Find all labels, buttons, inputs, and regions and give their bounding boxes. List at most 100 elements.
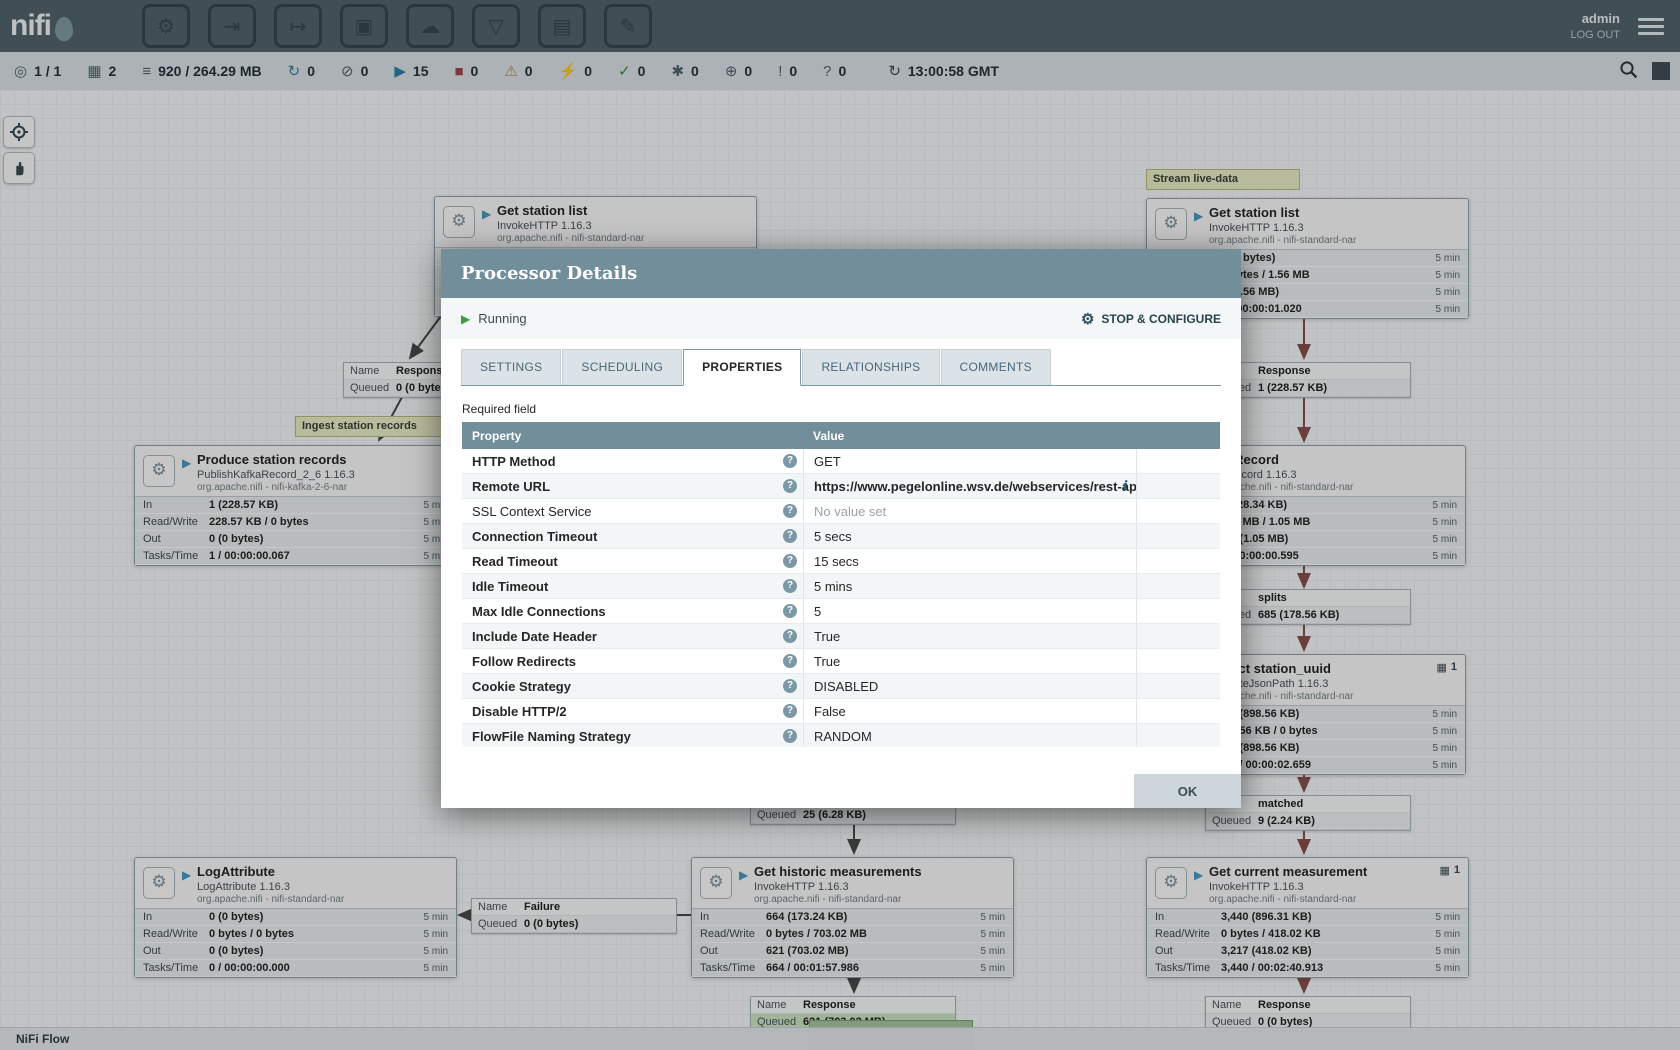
property-name: Remote URL [472, 479, 550, 494]
property-name-cell: Follow Redirects? [462, 649, 803, 673]
property-value: False [814, 704, 846, 719]
tab-properties[interactable]: PROPERTIES [683, 349, 801, 386]
property-value: https://www.pegelonline.wsv.de/webservic… [814, 479, 1137, 494]
help-icon[interactable]: ? [783, 629, 797, 643]
help-icon[interactable]: ? [783, 554, 797, 568]
processor-details-dialog: Processor Details ▶ Running ⚙ STOP & CON… [441, 249, 1241, 808]
property-row: SSL Context Service? No value set [462, 499, 1220, 524]
dialog-header: Processor Details [441, 249, 1241, 298]
property-name: Disable HTTP/2 [472, 704, 567, 719]
row-spacer [1137, 724, 1220, 747]
property-value-cell: 5 secs [803, 524, 1137, 548]
property-value-cell: DISABLED [803, 674, 1137, 698]
property-name-cell: Max Idle Connections? [462, 599, 803, 623]
property-name: Max Idle Connections [472, 604, 606, 619]
info-icon[interactable]: i [1123, 479, 1128, 494]
help-icon[interactable]: ? [783, 504, 797, 518]
tab-scheduling[interactable]: SCHEDULING [562, 349, 682, 385]
property-value-cell: RANDOM [803, 724, 1137, 747]
help-icon[interactable]: ? [783, 704, 797, 718]
row-spacer [1137, 449, 1220, 473]
property-name: HTTP Method [472, 454, 556, 469]
property-name-cell: SSL Context Service? [462, 499, 803, 523]
property-value-cell: True [803, 649, 1137, 673]
dialog-tabs: SETTINGSSCHEDULINGPROPERTIESRELATIONSHIP… [461, 349, 1221, 386]
row-spacer [1137, 699, 1220, 723]
property-value: 5 secs [814, 529, 852, 544]
ok-button[interactable]: OK [1134, 774, 1241, 808]
row-spacer [1137, 499, 1220, 523]
property-name: Read Timeout [472, 554, 558, 569]
property-value: 5 [814, 604, 821, 619]
property-value-cell: No value set [803, 499, 1137, 523]
properties-table-body: HTTP Method? GET Remote URL? https://www.pe… [462, 449, 1220, 747]
property-value-cell: True [803, 624, 1137, 648]
property-name-cell: FlowFile Naming Strategy? [462, 724, 803, 747]
property-name-cell: Disable HTTP/2? [462, 699, 803, 723]
property-name-cell: Cookie Strategy? [462, 674, 803, 698]
property-value-cell: 5 mins [803, 574, 1137, 598]
property-value-cell: GET [803, 449, 1137, 473]
property-name-cell: Include Date Header? [462, 624, 803, 648]
property-value-cell: https://www.pegelonline.wsv.de/webservic… [803, 474, 1137, 498]
property-value: 15 secs [814, 554, 859, 569]
property-value: 5 mins [814, 579, 852, 594]
properties-table: Property Value HTTP Method? GET Remote URL… [462, 422, 1220, 747]
row-spacer [1137, 474, 1220, 498]
property-name: FlowFile Naming Strategy [472, 729, 631, 744]
property-name: Cookie Strategy [472, 679, 571, 694]
help-icon[interactable]: ? [783, 654, 797, 668]
running-status-label: Running [478, 311, 526, 326]
property-row: Remote URL? https://www.pegelonline.wsv.d… [462, 474, 1220, 499]
property-name: Follow Redirects [472, 654, 576, 669]
tab-comments[interactable]: COMMENTS [941, 349, 1051, 385]
help-icon[interactable]: ? [783, 454, 797, 468]
property-name-cell: Idle Timeout? [462, 574, 803, 598]
help-icon[interactable]: ? [783, 579, 797, 593]
value-column-header: Value [803, 429, 844, 443]
property-name-cell: Read Timeout? [462, 549, 803, 573]
tab-relationships[interactable]: RELATIONSHIPS [802, 349, 939, 385]
property-row: Max Idle Connections? 5 [462, 599, 1220, 624]
help-icon[interactable]: ? [783, 729, 797, 743]
property-value: True [814, 654, 840, 669]
property-value-cell: 15 secs [803, 549, 1137, 573]
property-row: Include Date Header? True [462, 624, 1220, 649]
row-spacer [1137, 549, 1220, 573]
property-name: Idle Timeout [472, 579, 548, 594]
property-row: Follow Redirects? True [462, 649, 1220, 674]
tab-settings[interactable]: SETTINGS [461, 349, 561, 385]
property-value: No value set [814, 504, 886, 519]
property-value: True [814, 629, 840, 644]
property-row: Idle Timeout? 5 mins [462, 574, 1220, 599]
property-value: RANDOM [814, 729, 872, 744]
property-value: GET [814, 454, 841, 469]
property-name: Include Date Header [472, 629, 597, 644]
running-status-icon: ▶ [461, 312, 470, 326]
help-icon[interactable]: ? [783, 479, 797, 493]
help-icon[interactable]: ? [783, 529, 797, 543]
row-spacer [1137, 674, 1220, 698]
stop-configure-label: STOP & CONFIGURE [1101, 312, 1221, 326]
row-spacer [1137, 649, 1220, 673]
row-spacer [1137, 524, 1220, 548]
properties-table-header: Property Value [462, 422, 1220, 449]
nifi-app: ⚙▶Get station listInvokeHTTP 1.16.3org.a… [0, 0, 1680, 1050]
property-name: SSL Context Service [472, 504, 591, 519]
gear-icon: ⚙ [1081, 310, 1094, 328]
row-spacer [1137, 574, 1220, 598]
property-name: Connection Timeout [472, 529, 597, 544]
dialog-title: Processor Details [461, 263, 637, 284]
property-name-cell: Remote URL? [462, 474, 803, 498]
property-value-cell: 5 [803, 599, 1137, 623]
property-row: FlowFile Naming Strategy? RANDOM [462, 724, 1220, 747]
help-icon[interactable]: ? [783, 679, 797, 693]
property-row: Read Timeout? 15 secs [462, 549, 1220, 574]
property-row: Disable HTTP/2? False [462, 699, 1220, 724]
help-icon[interactable]: ? [783, 604, 797, 618]
property-row: HTTP Method? GET [462, 449, 1220, 474]
property-column-header: Property [462, 429, 803, 443]
property-name-cell: HTTP Method? [462, 449, 803, 473]
stop-configure-button[interactable]: ⚙ STOP & CONFIGURE [1081, 310, 1221, 328]
property-value: DISABLED [814, 679, 878, 694]
